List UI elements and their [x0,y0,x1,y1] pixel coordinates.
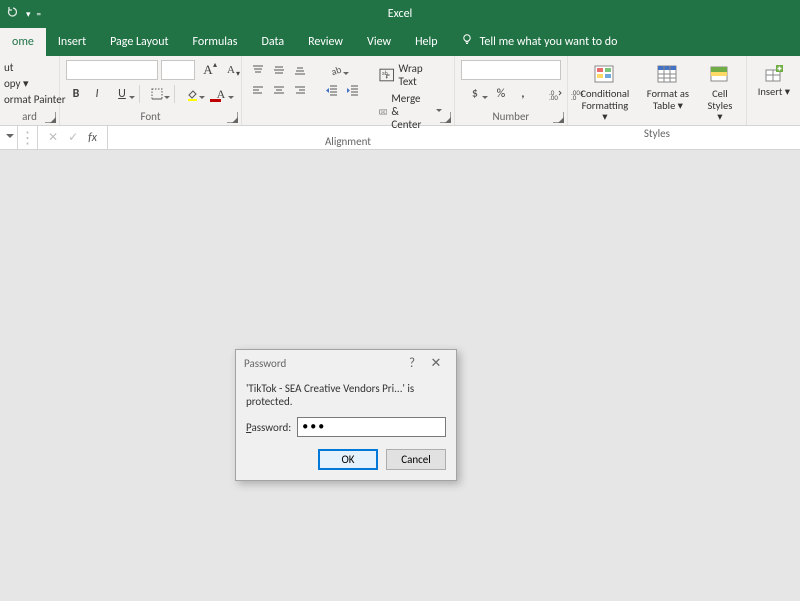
merge-center-label: Merge & Center [391,92,429,131]
group-clipboard: ut opy ▾ ormat Painter ard [0,56,60,125]
conditional-formatting-label: Conditional Formatting ▾ [578,88,632,123]
app-title: Excel [388,7,413,21]
comma-button[interactable]: , [513,84,533,104]
cut-button[interactable]: ut [0,60,17,75]
dialog-title: Password [244,357,400,370]
number-launcher-icon[interactable] [553,112,564,123]
name-box-dropdown[interactable] [0,126,18,149]
number-format-combo[interactable] [461,60,561,80]
password-input[interactable] [297,417,446,437]
group-alignment-label: Alignment [242,135,454,150]
accounting-format-button[interactable]: $ [461,84,489,104]
align-left-button[interactable] [248,80,268,100]
tab-page-layout[interactable]: Page Layout [98,28,180,56]
tab-formulas[interactable]: Formulas [181,28,250,56]
tell-me-label: Tell me what you want to do [480,35,618,49]
format-as-table-label: Format as Table ▾ [646,88,690,111]
password-label: Password: [246,421,291,434]
format-as-table-button[interactable]: Format as Table ▾ [642,60,694,113]
group-number: $ % , .0.00 .00.0 Number [455,56,568,125]
group-styles: Conditional Formatting ▾ Format as Table… [568,56,747,125]
wrap-text-button[interactable]: ab Wrap Text [375,60,448,90]
decrease-indent-button[interactable] [322,80,342,100]
svg-text:a: a [382,110,384,114]
tab-view[interactable]: View [355,28,403,56]
clipboard-launcher-icon[interactable] [45,112,56,123]
orientation-button[interactable]: ab [322,60,350,80]
wrap-text-label: Wrap Text [399,62,442,88]
align-bottom-button[interactable] [290,60,310,80]
tab-insert[interactable]: Insert [46,28,98,56]
font-size-combo[interactable] [161,60,195,80]
cell-styles-button[interactable]: Cell Styles ▾ [700,60,740,125]
increase-indent-button[interactable] [343,80,363,100]
tab-data[interactable]: Data [249,28,296,56]
tab-help[interactable]: Help [403,28,450,56]
redo-icon[interactable] [6,5,20,23]
decrease-font-size-button[interactable]: A▾ [221,60,241,80]
group-alignment: ab ab Wrap Text a Merge & Center A [242,56,455,125]
alignment-launcher-icon[interactable] [440,112,451,123]
fill-color-button[interactable] [178,84,206,104]
title-bar: ▾ = Excel [0,0,800,28]
qat-dropdown-icon[interactable]: ▾ [26,9,31,20]
dialog-help-button[interactable]: ? [400,356,424,371]
tab-home[interactable]: ome [0,28,46,56]
svg-text:.00: .00 [549,93,558,101]
underline-button[interactable]: U [108,84,136,104]
increase-decimal-button[interactable]: .0.00 [545,84,565,104]
align-center-button[interactable] [269,80,289,100]
ribbon: ut opy ▾ ormat Painter ard A▴ A▾ B I U [0,56,800,126]
group-font: A▴ A▾ B I U A [60,56,242,125]
align-middle-button[interactable] [269,60,289,80]
group-styles-label: Styles [568,127,746,142]
conditional-formatting-button[interactable]: Conditional Formatting ▾ [574,60,636,125]
cell-styles-label: Cell Styles ▾ [704,88,736,123]
dialog-message: 'TikTok - SEA Creative Vendors Pri...' i… [246,382,446,408]
italic-button[interactable]: I [87,84,107,104]
cancel-formula-button[interactable]: ✕ [48,130,58,145]
increase-font-size-button[interactable]: A▴ [198,60,218,80]
font-name-combo[interactable] [66,60,158,80]
enter-formula-button[interactable]: ✓ [68,130,78,145]
font-launcher-icon[interactable] [227,112,238,123]
merge-center-button[interactable]: a Merge & Center [375,90,448,133]
ok-button[interactable]: OK [318,449,378,470]
insert-cells-label: Insert ▾ [758,86,790,98]
bold-button[interactable]: B [66,84,86,104]
group-number-label: Number [455,110,567,125]
cancel-button[interactable]: Cancel [386,449,446,470]
borders-button[interactable] [143,84,171,104]
percent-button[interactable]: % [491,84,511,104]
group-font-label: Font [60,110,241,125]
qat-customize-icon[interactable]: = [37,9,41,20]
ribbon-tabs: ome Insert Page Layout Formulas Data Rev… [0,28,800,56]
group-cells: Insert ▾ D [747,56,800,125]
insert-cells-button[interactable]: Insert ▾ [753,60,795,100]
align-top-button[interactable] [248,60,268,80]
lightbulb-icon [460,33,474,51]
copy-button[interactable]: opy ▾ [0,76,33,91]
password-dialog: Password ? ✕ 'TikTok - SEA Creative Vend… [235,349,457,481]
tell-me-search[interactable]: Tell me what you want to do [450,28,628,56]
chevron-down-icon [6,134,14,142]
quick-access-toolbar: ▾ = [0,5,47,23]
align-right-button[interactable] [290,80,310,100]
font-color-button[interactable]: A [207,84,235,104]
dialog-close-button[interactable]: ✕ [424,356,448,371]
tab-review[interactable]: Review [296,28,355,56]
fx-icon[interactable]: fx [88,131,97,145]
svg-text:ab: ab [329,63,343,77]
